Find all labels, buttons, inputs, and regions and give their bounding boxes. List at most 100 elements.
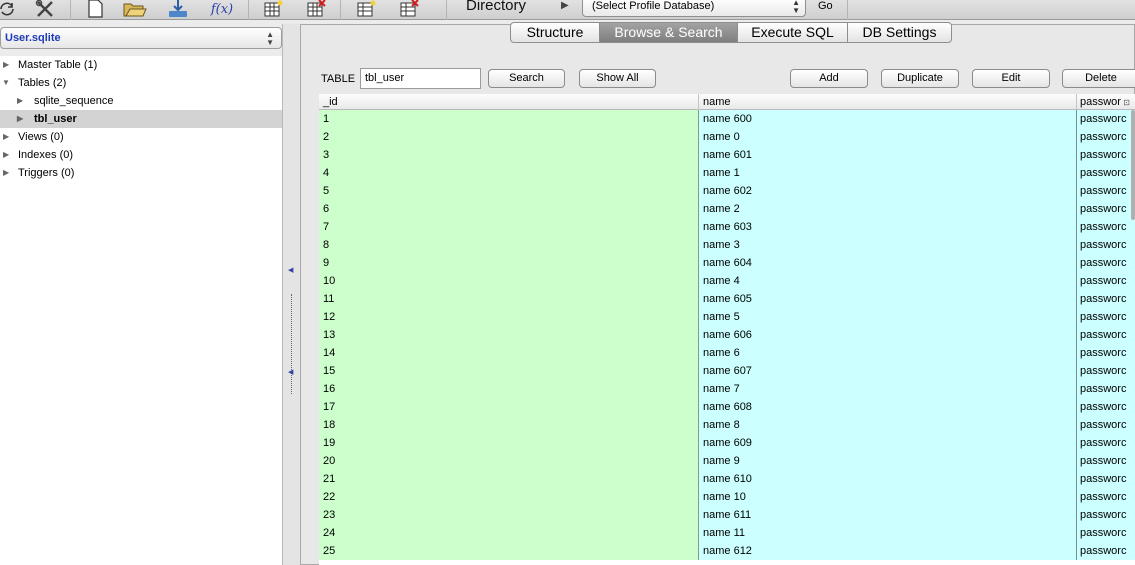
table-row[interactable]: 7 name 603 passworc bbox=[319, 218, 1135, 236]
table-row[interactable]: 3 name 601 passworc bbox=[319, 146, 1135, 164]
profile-database-select[interactable]: (Select Profile Database) ▲ ▼ bbox=[582, 0, 806, 17]
table-row[interactable]: 18 name 8 passworc bbox=[319, 416, 1135, 434]
cell-name[interactable]: name 4 bbox=[699, 272, 1077, 290]
cell-name[interactable]: name 6 bbox=[699, 344, 1077, 362]
create-index-icon[interactable] bbox=[353, 0, 379, 18]
cell-name[interactable]: name 0 bbox=[699, 128, 1077, 146]
column-header-id[interactable]: _id bbox=[319, 94, 699, 110]
cell-id[interactable]: 6 bbox=[319, 200, 699, 218]
cell-id[interactable]: 13 bbox=[319, 326, 699, 344]
cell-password[interactable]: passworc bbox=[1077, 542, 1135, 560]
cell-name[interactable]: name 612 bbox=[699, 542, 1077, 560]
tab-browse-search[interactable]: Browse & Search bbox=[600, 22, 738, 43]
tools-icon[interactable] bbox=[32, 0, 58, 18]
table-row[interactable]: 5 name 602 passworc bbox=[319, 182, 1135, 200]
new-file-icon[interactable] bbox=[82, 0, 108, 18]
tree-item-tables[interactable]: ▼ Tables (2) bbox=[0, 74, 282, 92]
vertical-scrollbar[interactable] bbox=[1131, 110, 1135, 220]
collapse-left-icon[interactable]: ◀ bbox=[288, 368, 293, 376]
cell-password[interactable]: passworc bbox=[1077, 182, 1135, 200]
refresh-icon[interactable] bbox=[0, 0, 20, 18]
tab-execute-sql[interactable]: Execute SQL bbox=[738, 22, 848, 43]
disclosure-down-icon[interactable]: ▼ bbox=[2, 74, 10, 92]
cell-password[interactable]: passworc bbox=[1077, 398, 1135, 416]
table-name-field[interactable]: tbl_user bbox=[360, 68, 481, 89]
column-header-name[interactable]: name bbox=[699, 94, 1077, 110]
cell-id[interactable]: 10 bbox=[319, 272, 699, 290]
disclosure-right-icon[interactable]: ▶ bbox=[17, 110, 23, 128]
cell-password[interactable]: passworc bbox=[1077, 506, 1135, 524]
cell-name[interactable]: name 600 bbox=[699, 110, 1077, 128]
tree-item-sqlite-sequence[interactable]: ▶ sqlite_sequence bbox=[0, 92, 282, 110]
cell-name[interactable]: name 607 bbox=[699, 362, 1077, 380]
disclosure-right-icon[interactable]: ▶ bbox=[3, 56, 9, 74]
drop-index-icon[interactable] bbox=[396, 0, 422, 18]
cell-password[interactable]: passworc bbox=[1077, 290, 1135, 308]
tree-item-tbl-user[interactable]: ▶ tbl_user bbox=[0, 110, 282, 128]
table-row[interactable]: 21 name 610 passworc bbox=[319, 470, 1135, 488]
open-folder-icon[interactable] bbox=[122, 0, 148, 18]
delete-button[interactable]: Delete bbox=[1062, 69, 1135, 88]
add-button[interactable]: Add bbox=[790, 69, 868, 88]
table-row[interactable]: 10 name 4 passworc bbox=[319, 272, 1135, 290]
table-row[interactable]: 19 name 609 passworc bbox=[319, 434, 1135, 452]
cell-name[interactable]: name 609 bbox=[699, 434, 1077, 452]
cell-password[interactable]: passworc bbox=[1077, 146, 1135, 164]
table-row[interactable]: 1 name 600 passworc bbox=[319, 110, 1135, 128]
cell-id[interactable]: 15 bbox=[319, 362, 699, 380]
cell-password[interactable]: passworc bbox=[1077, 380, 1135, 398]
cell-name[interactable]: name 11 bbox=[699, 524, 1077, 542]
cell-id[interactable]: 16 bbox=[319, 380, 699, 398]
cell-password[interactable]: passworc bbox=[1077, 164, 1135, 182]
cell-name[interactable]: name 602 bbox=[699, 182, 1077, 200]
cell-password[interactable]: passworc bbox=[1077, 218, 1135, 236]
cell-password[interactable]: passworc bbox=[1077, 434, 1135, 452]
cell-password[interactable]: passworc bbox=[1077, 254, 1135, 272]
cell-name[interactable]: name 1 bbox=[699, 164, 1077, 182]
cell-id[interactable]: 8 bbox=[319, 236, 699, 254]
cell-password[interactable]: passworc bbox=[1077, 470, 1135, 488]
cell-id[interactable]: 12 bbox=[319, 308, 699, 326]
table-row[interactable]: 6 name 2 passworc bbox=[319, 200, 1135, 218]
cell-password[interactable]: passworc bbox=[1077, 128, 1135, 146]
play-icon[interactable]: ▶ bbox=[561, 0, 569, 11]
cell-name[interactable]: name 7 bbox=[699, 380, 1077, 398]
collapse-left-icon[interactable]: ◀ bbox=[288, 266, 293, 274]
edit-button[interactable]: Edit bbox=[972, 69, 1050, 88]
table-row[interactable]: 15 name 607 passworc bbox=[319, 362, 1135, 380]
table-row[interactable]: 8 name 3 passworc bbox=[319, 236, 1135, 254]
table-row[interactable]: 12 name 5 passworc bbox=[319, 308, 1135, 326]
duplicate-button[interactable]: Duplicate bbox=[881, 69, 959, 88]
table-row[interactable]: 2 name 0 passworc bbox=[319, 128, 1135, 146]
table-row[interactable]: 20 name 9 passworc bbox=[319, 452, 1135, 470]
table-row[interactable]: 25 name 612 passworc bbox=[319, 542, 1135, 560]
table-row[interactable]: 16 name 7 passworc bbox=[319, 380, 1135, 398]
cell-password[interactable]: passworc bbox=[1077, 326, 1135, 344]
cell-id[interactable]: 2 bbox=[319, 128, 699, 146]
cell-name[interactable]: name 603 bbox=[699, 218, 1077, 236]
cell-password[interactable]: passworc bbox=[1077, 200, 1135, 218]
table-row[interactable]: 22 name 10 passworc bbox=[319, 488, 1135, 506]
cell-id[interactable]: 9 bbox=[319, 254, 699, 272]
disclosure-right-icon[interactable]: ▶ bbox=[3, 164, 9, 182]
table-row[interactable]: 17 name 608 passworc bbox=[319, 398, 1135, 416]
cell-name[interactable]: name 611 bbox=[699, 506, 1077, 524]
cell-id[interactable]: 7 bbox=[319, 218, 699, 236]
column-header-password[interactable]: passwor ⊡ bbox=[1077, 94, 1135, 110]
cell-password[interactable]: passworc bbox=[1077, 236, 1135, 254]
table-row[interactable]: 4 name 1 passworc bbox=[319, 164, 1135, 182]
cell-id[interactable]: 5 bbox=[319, 182, 699, 200]
cell-name[interactable]: name 606 bbox=[699, 326, 1077, 344]
table-row[interactable]: 24 name 11 passworc bbox=[319, 524, 1135, 542]
drop-table-icon[interactable] bbox=[303, 0, 329, 18]
cell-name[interactable]: name 605 bbox=[699, 290, 1077, 308]
tree-item-indexes[interactable]: ▶ Indexes (0) bbox=[0, 146, 282, 164]
cell-name[interactable]: name 610 bbox=[699, 470, 1077, 488]
cell-id[interactable]: 4 bbox=[319, 164, 699, 182]
splitter-grip[interactable] bbox=[291, 294, 292, 394]
cell-password[interactable]: passworc bbox=[1077, 110, 1135, 128]
tab-db-settings[interactable]: DB Settings bbox=[848, 22, 952, 43]
disclosure-right-icon[interactable]: ▶ bbox=[3, 128, 9, 146]
cell-id[interactable]: 3 bbox=[319, 146, 699, 164]
show-all-button[interactable]: Show All bbox=[579, 69, 656, 88]
